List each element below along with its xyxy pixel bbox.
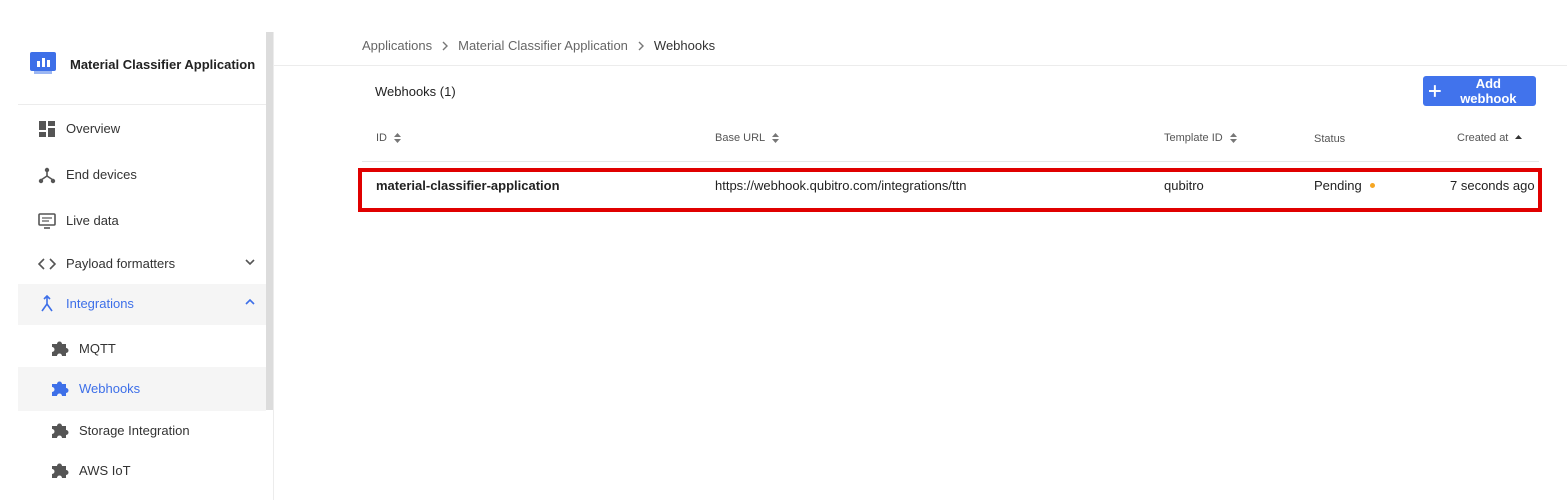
table-divider [362, 161, 1539, 162]
puzzle-icon [52, 423, 69, 438]
sidebar-subitem-mqtt[interactable]: MQTT [18, 327, 266, 369]
chevron-up-icon[interactable] [244, 296, 256, 308]
sidebar: Material Classifier Application Overview… [18, 32, 266, 500]
sidebar-subitem-storage-integration[interactable]: Storage Integration [18, 409, 266, 451]
app-name: Material Classifier Application [70, 57, 256, 72]
column-header-base-url[interactable]: Base URL [715, 132, 780, 144]
chevron-right-icon [442, 41, 449, 50]
sidebar-divider [273, 32, 274, 500]
puzzle-icon [52, 341, 69, 356]
breadcrumb: Applications Material Classifier Applica… [362, 38, 715, 53]
webhook-status: Pending [1314, 178, 1375, 193]
column-header-label: ID [376, 132, 387, 144]
column-header-id[interactable]: ID [376, 132, 401, 144]
column-header-label: Template ID [1164, 132, 1223, 144]
app-logo-icon [30, 52, 56, 74]
status-label: Pending [1314, 178, 1362, 193]
sidebar-item-label: Overview [66, 121, 121, 136]
sort-icon [1229, 133, 1237, 143]
plus-icon [1429, 85, 1441, 97]
sort-icon [772, 133, 780, 143]
sidebar-item-live-data[interactable]: Live data [18, 201, 266, 241]
column-header-label: Base URL [715, 132, 766, 144]
sidebar-item-label: Payload formatters [66, 256, 176, 271]
merge-icon [41, 295, 53, 312]
breadcrumb-application[interactable]: Material Classifier Application [458, 38, 628, 53]
sort-icon [394, 133, 401, 143]
sidebar-item-label: End devices [66, 167, 137, 182]
topbar: Applications Material Classifier Applica… [274, 0, 1567, 66]
column-header-template-id[interactable]: Template ID [1164, 132, 1237, 144]
page-title: Webhooks (1) [375, 84, 456, 99]
breadcrumb-current: Webhooks [653, 38, 716, 53]
webhook-id: material-classifier-application [376, 178, 560, 193]
sidebar-subitem-label: Storage Integration [79, 423, 190, 438]
column-header-label: Status [1314, 133, 1346, 145]
chevron-down-icon[interactable] [244, 256, 256, 268]
column-header-label: Created at [1457, 132, 1509, 144]
sidebar-subitem-webhooks[interactable]: Webhooks [18, 367, 266, 411]
devices-icon [38, 167, 56, 184]
sidebar-subitem-label: Webhooks [79, 381, 141, 396]
column-header-created-at[interactable]: Created at [1457, 132, 1523, 144]
chevron-right-icon [638, 41, 644, 50]
breadcrumb-applications[interactable]: Applications [362, 38, 432, 53]
sidebar-item-label: Integrations [66, 296, 134, 311]
add-webhook-label: Add webhook [1460, 76, 1517, 106]
webhook-created-at: 7 seconds ago [1450, 178, 1535, 193]
monitor-icon [38, 213, 56, 229]
puzzle-icon [52, 381, 69, 396]
webhook-template-id: qubitro [1164, 178, 1204, 193]
sidebar-item-end-devices[interactable]: End devices [18, 155, 266, 195]
sidebar-item-integrations[interactable]: Integrations [18, 284, 266, 325]
sidebar-item-label: Live data [66, 213, 119, 228]
code-icon [38, 258, 56, 270]
sidebar-item-payload-formatters[interactable]: Payload formatters [18, 244, 266, 284]
webhook-base-url: https://webhook.qubitro.com/integrations… [715, 178, 967, 193]
sidebar-subitem-aws-iot[interactable]: AWS IoT [18, 449, 266, 491]
sidebar-item-overview[interactable]: Overview [18, 109, 266, 149]
app-header[interactable]: Material Classifier Application [18, 32, 266, 105]
dashboard-icon [39, 121, 55, 137]
status-indicator [1369, 183, 1375, 189]
column-header-status: Status [1314, 133, 1345, 145]
sidebar-subitem-label: AWS IoT [79, 463, 131, 478]
sidebar-subitem-label: MQTT [79, 341, 116, 356]
sort-ascending-icon [1515, 135, 1523, 139]
sidebar-scrollbar[interactable] [266, 32, 273, 410]
add-webhook-button[interactable]: Add webhook [1423, 76, 1536, 106]
puzzle-icon [52, 463, 69, 478]
